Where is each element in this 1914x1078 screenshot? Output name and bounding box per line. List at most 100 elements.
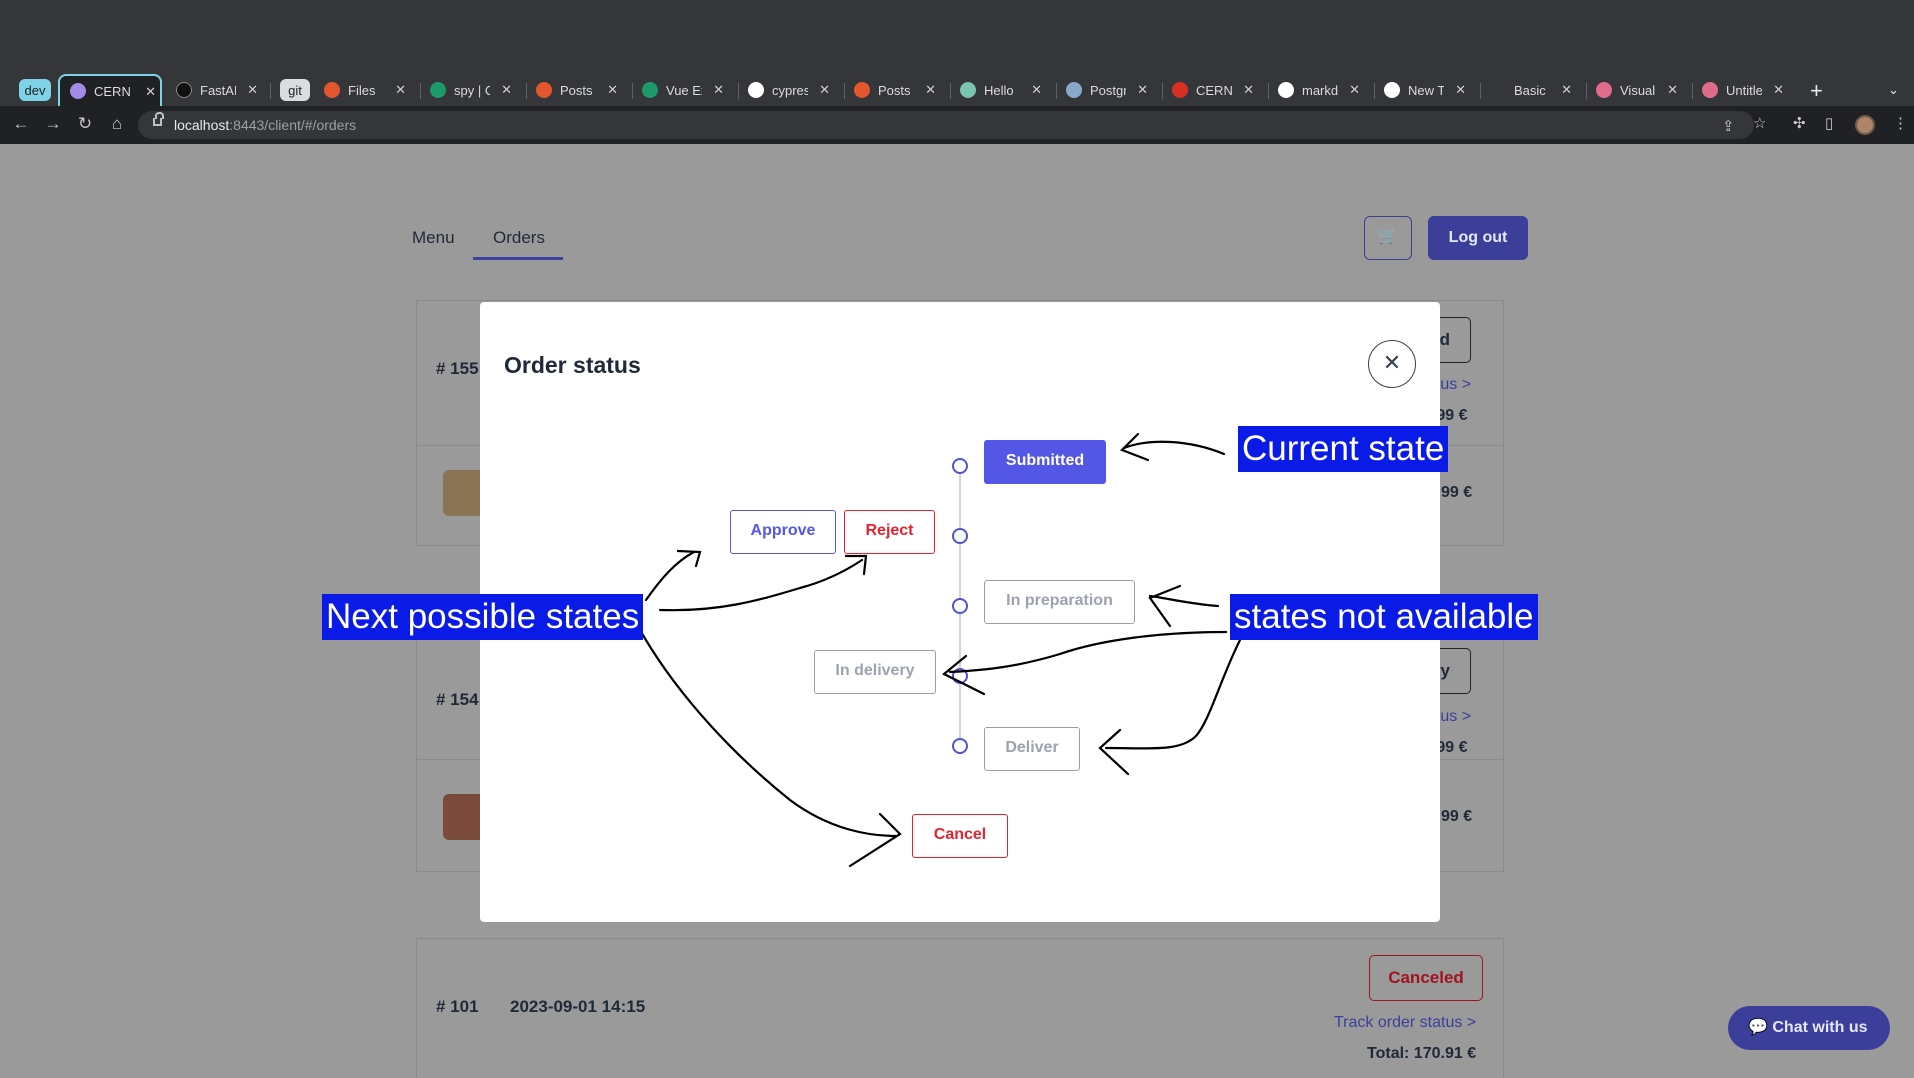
browser-tab[interactable]: cypres ✕: [748, 74, 834, 106]
side-panel-icon[interactable]: ▯: [1825, 114, 1833, 132]
annotation-next-states: Next possible states: [322, 594, 644, 640]
close-tab-icon[interactable]: ✕: [1561, 82, 1572, 98]
google-icon: [1278, 82, 1294, 98]
close-tab-icon[interactable]: ✕: [247, 82, 258, 98]
reload-icon[interactable]: ↻: [74, 114, 96, 134]
state-deliver-button: Deliver: [984, 727, 1080, 771]
tab-title: Posts: [560, 82, 593, 98]
tab-separator: [270, 83, 271, 99]
browser-tab[interactable]: Files ✕: [324, 74, 410, 106]
annotation-current-state: Current state: [1238, 426, 1449, 472]
order-card: # 101 2023-09-01 14:15 Canceled Track or…: [416, 938, 1504, 1078]
tab-separator: [844, 83, 845, 99]
url-host: localhost: [174, 117, 230, 133]
order-number: # 155: [436, 359, 479, 378]
close-tab-icon[interactable]: ✕: [1773, 82, 1784, 98]
more-menu-icon[interactable]: ⋮: [1893, 114, 1908, 132]
browser-tab[interactable]: Hello ✕: [960, 74, 1046, 106]
tab-group-git[interactable]: git: [280, 79, 310, 101]
address-bar[interactable]: localhost:8443/client/#/orders ⇪: [138, 111, 1754, 139]
forward-icon[interactable]: →: [42, 114, 64, 134]
browser-tab[interactable]: spy | C ✕: [430, 74, 516, 106]
close-icon: ✕: [1382, 350, 1402, 375]
tab-separator: [738, 83, 739, 99]
browser-tab[interactable]: New Ta ✕: [1384, 74, 1470, 106]
share-icon[interactable]: ⇪: [1722, 117, 1735, 135]
close-tab-icon[interactable]: ✕: [1667, 82, 1678, 98]
nav-orders[interactable]: Orders: [493, 228, 545, 248]
tab-separator: [1162, 83, 1163, 99]
url-text: localhost:8443/client/#/orders: [174, 117, 356, 133]
close-tab-icon[interactable]: ✕: [145, 84, 156, 100]
close-tab-icon[interactable]: ✕: [501, 82, 512, 98]
bookmark-star-icon[interactable]: ☆: [1753, 114, 1766, 132]
close-tab-icon[interactable]: ✕: [1137, 82, 1148, 98]
close-tab-icon[interactable]: ✕: [925, 82, 936, 98]
browser-tab[interactable]: Vue Ex ✕: [642, 74, 728, 106]
food-thumbnail: [443, 794, 485, 840]
profile-avatar[interactable]: [1855, 115, 1875, 135]
close-tab-icon[interactable]: ✕: [819, 82, 830, 98]
extensions-icon[interactable]: ✣: [1793, 114, 1806, 132]
browser-tab[interactable]: FastAPI ✕: [176, 74, 262, 106]
item-price: 99 €: [1441, 484, 1473, 501]
gitlab-icon: [324, 82, 340, 98]
chat-label: Chat with us: [1772, 1019, 1868, 1036]
nav-menu[interactable]: Menu: [412, 228, 455, 248]
order-number: # 101: [436, 997, 479, 1016]
chatgpt-icon: [960, 82, 976, 98]
browser-toolbar: ← → ↻ ⌂ localhost:8443/client/#/orders ⇪: [0, 106, 1914, 144]
back-icon[interactable]: ←: [10, 114, 32, 134]
tab-separator: [1268, 83, 1269, 99]
tab-separator: [1374, 83, 1375, 99]
tab-title: spy | C: [454, 82, 490, 98]
reject-button[interactable]: Reject: [844, 510, 935, 554]
track-order-link[interactable]: Track order status >: [1334, 1014, 1476, 1032]
favicon-icon: [70, 83, 86, 99]
close-modal-button[interactable]: ✕: [1368, 340, 1416, 388]
browser-tab[interactable]: markd ✕: [1278, 74, 1364, 106]
close-tab-icon[interactable]: ✕: [607, 82, 618, 98]
close-tab-icon[interactable]: ✕: [713, 82, 724, 98]
tab-title: Basic: [1514, 82, 1546, 98]
browser-tab-active[interactable]: CERN ✕: [58, 74, 162, 106]
logout-button[interactable]: Log out: [1428, 216, 1528, 260]
lock-icon: [153, 112, 164, 126]
tab-separator: [420, 83, 421, 99]
state-in-preparation-button: In preparation: [984, 580, 1135, 624]
favicon-icon: [854, 82, 870, 98]
tab-strip: dev CERN ✕ FastAPI ✕ git Files ✕ spy | C…: [0, 74, 1914, 106]
browser-tab[interactable]: Visual ✕: [1596, 74, 1682, 106]
tab-separator: [1480, 83, 1481, 99]
close-tab-icon[interactable]: ✕: [1243, 82, 1254, 98]
tab-group-dev[interactable]: dev: [19, 79, 51, 101]
chrome-icon: [1384, 82, 1400, 98]
close-tab-icon[interactable]: ✕: [1455, 82, 1466, 98]
postgres-icon: [1066, 82, 1082, 98]
close-tab-icon[interactable]: ✕: [1349, 82, 1360, 98]
cart-button[interactable]: 🛒: [1364, 216, 1412, 260]
favicon-icon: [430, 82, 446, 98]
approve-button[interactable]: Approve: [730, 510, 836, 554]
chat-button[interactable]: 💬 Chat with us: [1728, 1006, 1890, 1050]
timeline-node: [952, 598, 968, 614]
favicon-icon: [536, 82, 552, 98]
favicon-icon: [176, 82, 192, 98]
browser-tab[interactable]: Untitle ✕: [1702, 74, 1788, 106]
tab-separator: [632, 83, 633, 99]
browser-tab[interactable]: CERN ✕: [1172, 74, 1258, 106]
home-icon[interactable]: ⌂: [106, 114, 128, 134]
browser-tab[interactable]: Posts ✕: [854, 74, 940, 106]
close-tab-icon[interactable]: ✕: [1031, 82, 1042, 98]
cancel-order-button[interactable]: Cancel: [912, 814, 1008, 858]
tab-search-icon[interactable]: ⌄: [1888, 82, 1899, 98]
favicon-icon: [642, 82, 658, 98]
close-tab-icon[interactable]: ✕: [395, 82, 406, 98]
browser-tab[interactable]: Postgr ✕: [1066, 74, 1152, 106]
browser-tab[interactable]: Posts ✕: [536, 74, 622, 106]
new-tab-icon[interactable]: +: [1810, 78, 1823, 104]
tab-separator: [526, 83, 527, 99]
tab-title: Visual: [1620, 82, 1656, 98]
browser-tab[interactable]: Basic ✕: [1490, 74, 1576, 106]
tab-title: Posts: [878, 82, 911, 98]
